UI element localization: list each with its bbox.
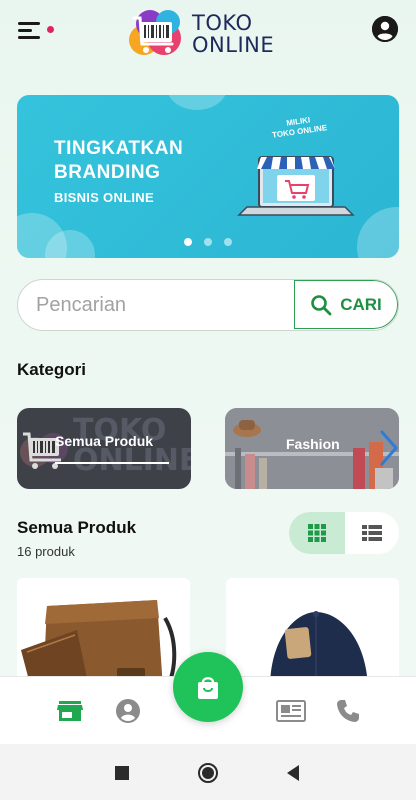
banner-title-line-1: TINGKATKAN xyxy=(54,138,184,159)
carousel-dot[interactable] xyxy=(224,238,233,246)
banner-title: TINGKATKAN BRANDING xyxy=(54,137,183,185)
nav-contact[interactable] xyxy=(334,697,362,725)
product-image-cap xyxy=(270,611,368,688)
logo-line-2: ONLINE xyxy=(192,33,275,57)
product-card[interactable] xyxy=(226,578,399,688)
category-card-fashion[interactable]: Fashion xyxy=(225,408,399,489)
account-icon xyxy=(116,699,140,723)
shopping-bag-icon xyxy=(198,677,218,699)
category-card-semua-produk[interactable]: TOKO ONLINE Semua Produk xyxy=(17,408,191,489)
list-view-icon xyxy=(362,525,382,541)
menu-button[interactable] xyxy=(18,18,54,42)
products-title: Semua Produk xyxy=(17,518,137,537)
carousel-indicator xyxy=(17,233,399,251)
cart-logo-icon xyxy=(129,10,181,55)
account-button[interactable] xyxy=(372,16,398,42)
recents-icon[interactable] xyxy=(115,766,129,780)
logo-line-1: TOKO xyxy=(192,11,253,35)
categories-title: Kategori xyxy=(17,360,86,379)
shopping-bag-button[interactable] xyxy=(173,652,243,722)
account-circle-icon xyxy=(372,16,398,42)
list-view-button[interactable] xyxy=(345,512,399,554)
category-next-button[interactable] xyxy=(376,428,402,468)
product-image-bag xyxy=(21,600,177,688)
system-navigation-bar xyxy=(0,744,416,800)
product-card[interactable] xyxy=(17,578,190,688)
product-count: 16 produk xyxy=(17,544,75,559)
back-icon[interactable] xyxy=(285,764,301,782)
home-icon-inner xyxy=(202,767,214,779)
search-icon xyxy=(311,294,332,315)
nav-store[interactable] xyxy=(56,697,84,725)
grid-view-button[interactable] xyxy=(289,512,345,554)
category-label: Semua Produk xyxy=(55,433,154,449)
hamburger-bar xyxy=(18,36,40,39)
category-selected-underline xyxy=(55,462,169,464)
nav-news[interactable] xyxy=(275,697,307,725)
nav-account[interactable] xyxy=(114,697,142,725)
watermark-line-2: ONLINE xyxy=(73,443,191,478)
promo-banner[interactable]: MILIKI TOKO ONLINE TINGKATKAN BRANDING B… xyxy=(17,95,399,258)
banner-decoration xyxy=(167,95,227,110)
store-icon xyxy=(57,701,83,721)
newspaper-icon xyxy=(276,700,306,722)
notification-dot xyxy=(47,26,54,33)
search-bar: CARI xyxy=(17,279,399,331)
home-icon[interactable] xyxy=(198,763,218,783)
grid-view-icon xyxy=(308,524,326,542)
banner-title-line-2: BRANDING xyxy=(54,162,161,183)
search-button[interactable]: CARI xyxy=(294,280,398,329)
laptop-store-icon xyxy=(237,156,355,216)
carousel-dot-active[interactable] xyxy=(183,238,192,246)
hamburger-menu-icon xyxy=(18,22,40,25)
search-input[interactable] xyxy=(36,292,286,318)
logo-text: TOKO ONLINE xyxy=(192,12,274,56)
app-logo: TOKO ONLINE xyxy=(128,6,288,58)
hamburger-bar xyxy=(18,29,32,32)
search-button-label: CARI xyxy=(340,294,382,314)
category-label: Fashion xyxy=(286,436,340,452)
carousel-dot[interactable] xyxy=(204,238,212,246)
phone-icon xyxy=(337,700,359,722)
banner-subtitle: BISNIS ONLINE xyxy=(54,190,154,205)
chevron-right-icon xyxy=(380,430,398,466)
view-toggle xyxy=(289,512,399,554)
